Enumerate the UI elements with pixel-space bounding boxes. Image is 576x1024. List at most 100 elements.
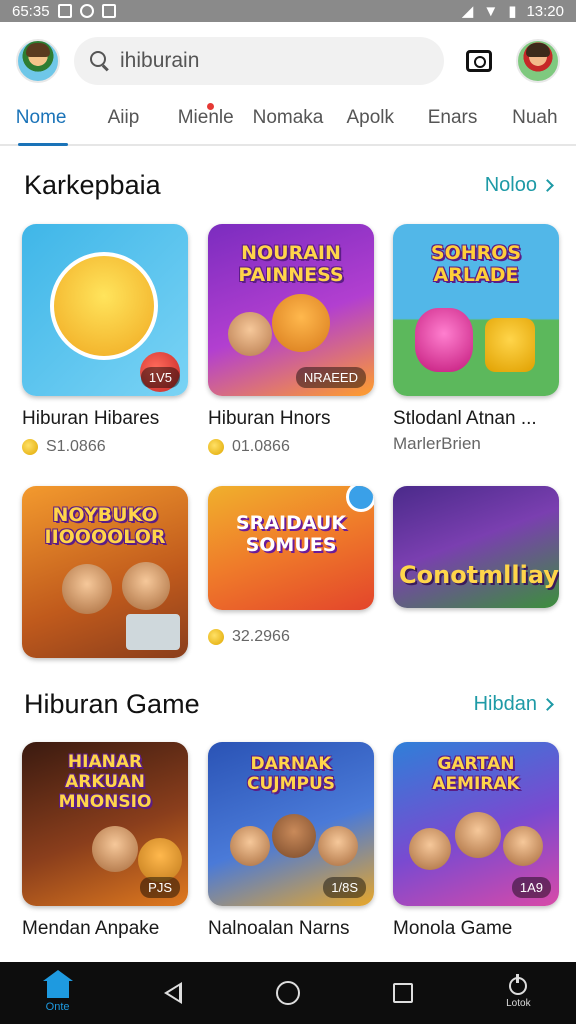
tab-aiip[interactable]: Aiip (82, 100, 164, 144)
nav-power-label: Lotok (506, 998, 531, 1009)
game-card[interactable]: SRAIDAUK SOMUES 32.2966 (208, 486, 374, 646)
rating-badge: 1/8S (323, 877, 366, 898)
game-thumbnail[interactable]: HIANAR ARKUAN MNONSIO PJS (22, 742, 188, 906)
status-left-text: 65:35 (12, 2, 50, 20)
rating-badge: 1A9 (511, 877, 551, 898)
tab-nome[interactable]: Nome (0, 100, 82, 146)
nav-back[interactable] (143, 968, 203, 1018)
bottom-navigation: Onte Lotok (0, 962, 576, 1024)
tab-mienle[interactable]: Mienle (165, 100, 247, 144)
back-icon (163, 982, 182, 1004)
nav-power[interactable]: Lotok (488, 968, 548, 1018)
game-thumbnail[interactable]: NOURAIN PAINNESS NRAEED (208, 224, 374, 396)
category-tabs: Nome Aiip Mienle Nomaka Apolk Enars Nuah (0, 100, 576, 146)
character-art (409, 828, 451, 870)
game-meta-value: 32.2966 (232, 628, 290, 645)
see-more-link[interactable]: Noloo (485, 174, 554, 197)
thumbnail-art-text: Conotmlliay (399, 561, 559, 589)
game-thumbnail[interactable]: 1V5 (22, 224, 188, 396)
profile-avatar[interactable] (516, 39, 560, 83)
game-title: Mendan Anpake (22, 918, 160, 939)
notification-dot (206, 103, 214, 110)
game-card[interactable]: Conotmlliay (393, 486, 559, 608)
character-art (318, 826, 358, 866)
game-card[interactable]: NOURAIN PAINNESS NRAEED Hiburan Hnors 01… (208, 224, 374, 456)
wifi-icon: ▼ (483, 2, 499, 20)
notification-icon (57, 4, 72, 18)
game-thumbnail[interactable]: Conotmlliay (393, 486, 559, 608)
camera-icon[interactable] (466, 50, 492, 72)
search-input[interactable] (120, 49, 420, 73)
section-header: Hiburan Game Hibdan (24, 689, 554, 720)
tab-nomaka[interactable]: Nomaka (247, 100, 329, 144)
tab-label: Nome (15, 107, 67, 128)
game-card[interactable]: HIANAR ARKUAN MNONSIO PJS Mendan Anpake (22, 742, 188, 940)
laptop-art (126, 614, 180, 650)
game-title: Nalnoalan Narns (208, 918, 350, 939)
section-title: Karkepbaia (24, 170, 161, 200)
character-art (455, 812, 501, 858)
gallery-icon (101, 4, 116, 18)
character-art (62, 564, 112, 614)
nav-home-circle[interactable] (258, 968, 318, 1018)
home-circle-icon (275, 981, 300, 1005)
character-art (138, 838, 182, 882)
rating-badge: 1V5 (140, 367, 180, 388)
recents-icon (393, 983, 414, 1003)
coin-icon (208, 629, 224, 645)
game-thumbnail[interactable]: SRAIDAUK SOMUES (208, 486, 374, 610)
tab-nuah[interactable]: Nuah (494, 100, 576, 144)
game-title: Stlodanl Atnan ... (393, 408, 537, 429)
user-avatar[interactable] (16, 39, 60, 83)
app-icon (79, 4, 94, 18)
thumbnail-art-text: DARNAK CUJMPUS (246, 754, 336, 794)
game-title: Hiburan Hibares (22, 408, 160, 429)
character-art (50, 252, 158, 360)
character-art (122, 562, 170, 610)
status-bar: 65:35 ◢ ▼ ▮ 13:20 (0, 0, 576, 22)
search-bar[interactable] (74, 37, 444, 85)
character-art (228, 312, 272, 356)
power-icon (509, 974, 528, 995)
nav-recents[interactable] (373, 968, 433, 1018)
app-header (0, 22, 576, 100)
tab-apolk[interactable]: Apolk (329, 100, 411, 144)
game-subtitle: MarlerBrien (393, 434, 481, 453)
see-more-link[interactable]: Hibdan (474, 693, 554, 716)
game-card[interactable]: SOHROS ARLADE Stlodanl Atnan ... MarlerB… (393, 224, 559, 454)
game-title: Hiburan Hnors (208, 408, 331, 429)
key-art (346, 486, 374, 512)
game-thumbnail[interactable]: SOHROS ARLADE (393, 224, 559, 396)
game-card[interactable]: DARNAK CUJMPUS 1/8S Nalnoalan Narns (208, 742, 374, 940)
game-card[interactable]: GARTAN AEMIRAK 1A9 Monola Game (393, 742, 559, 940)
character-art (272, 294, 330, 352)
tab-label: Mienle (177, 107, 234, 128)
character-art (92, 826, 138, 872)
tab-label: Nomaka (252, 107, 324, 128)
chevron-right-icon (541, 179, 554, 193)
rating-badge: PJS (140, 877, 180, 898)
thumbnail-art-text: SOHROS ARLADE (430, 242, 522, 286)
thumbnail-art-text: NOYBUKO IIOOOOLOR (44, 504, 166, 548)
nav-home-label: Onte (45, 1000, 70, 1013)
coin-icon (22, 439, 38, 455)
game-thumbnail[interactable]: GARTAN AEMIRAK 1A9 (393, 742, 559, 906)
game-card[interactable]: 1V5 Hiburan Hibares S1.0866 (22, 224, 188, 456)
section-header: Karkepbaia Noloo (24, 170, 554, 201)
game-title: Monola Game (393, 918, 513, 939)
game-thumbnail[interactable]: DARNAK CUJMPUS 1/8S (208, 742, 374, 906)
tab-enars[interactable]: Enars (411, 100, 493, 144)
game-meta: 01.0866 (208, 438, 374, 456)
game-card[interactable]: NOYBUKO IIOOOOLOR (22, 486, 188, 658)
tab-label: Aiip (107, 107, 140, 128)
character-art (272, 814, 316, 858)
thumbnail-art-text: SRAIDAUK SOMUES (235, 512, 347, 556)
game-thumbnail[interactable]: NOYBUKO IIOOOOLOR (22, 486, 188, 658)
game-meta: S1.0866 (22, 438, 188, 456)
character-art (503, 826, 543, 866)
nav-home[interactable]: Onte (28, 968, 88, 1018)
character-art (415, 308, 473, 372)
signal-icon: ◢ (461, 3, 474, 20)
thumbnail-art-text: GARTAN AEMIRAK (432, 754, 520, 794)
coin-icon (208, 439, 224, 455)
